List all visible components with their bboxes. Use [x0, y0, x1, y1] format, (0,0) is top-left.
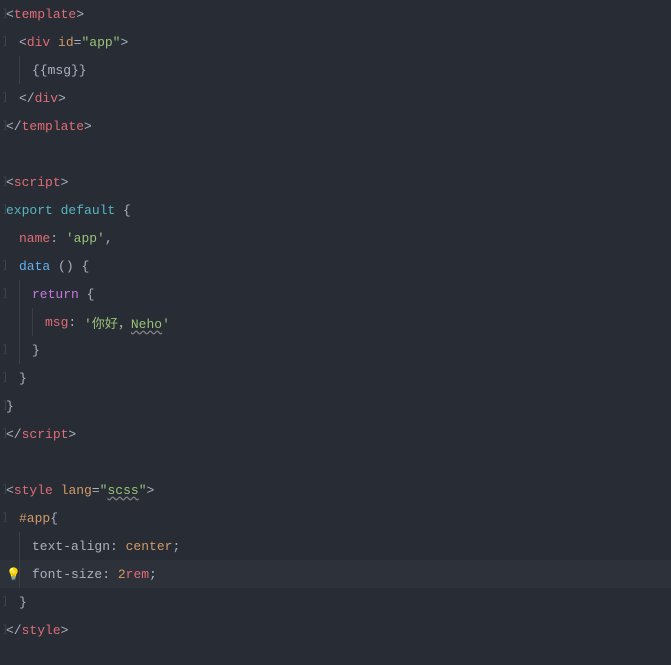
code-line[interactable]: {{msg}}	[0, 56, 671, 84]
tag-style-close: style	[22, 623, 61, 638]
fold-marker-icon: ]	[2, 177, 6, 188]
code-line[interactable]: ] return {	[0, 280, 671, 308]
fold-marker-icon: ]	[2, 261, 6, 272]
code-line[interactable]: ] </template>	[0, 112, 671, 140]
code-line[interactable]: ] }	[0, 588, 671, 616]
string-literal: 'app'	[66, 231, 105, 246]
tag-div-close: div	[35, 91, 58, 106]
css-number: 2	[118, 567, 126, 582]
kw-return: return	[32, 287, 79, 302]
kw-export: export	[6, 203, 53, 218]
code-line[interactable]: ] <script>	[0, 168, 671, 196]
code-line-current[interactable]: 💡font-size: 2rem;	[0, 560, 671, 588]
css-value: center	[126, 539, 173, 554]
fold-marker-icon: ]	[2, 625, 6, 636]
css-selector: #app	[19, 511, 50, 526]
code-line[interactable]: ] #app{	[0, 504, 671, 532]
tag-style: style	[14, 483, 53, 498]
prop-msg: msg	[45, 315, 68, 330]
tag-script-close: script	[22, 427, 69, 442]
code-line[interactable]: ] <div id="app">	[0, 28, 671, 56]
attr-value: "scss"	[100, 483, 147, 498]
fold-marker-icon: ]	[2, 289, 6, 300]
code-line[interactable]: ] data () {	[0, 252, 671, 280]
fold-marker-icon: ]	[2, 37, 6, 48]
code-line[interactable]	[0, 140, 671, 168]
code-line[interactable]: name: 'app',	[0, 224, 671, 252]
prop-name: name	[19, 231, 50, 246]
code-line[interactable]: ] <style lang="scss">	[0, 476, 671, 504]
attr-value: "app"	[81, 35, 120, 50]
css-prop: text-align	[32, 539, 110, 554]
code-line[interactable]: ] <template>	[0, 0, 671, 28]
fold-marker-icon: ]	[2, 345, 6, 356]
css-unit: rem	[126, 567, 149, 582]
attr-lang: lang	[61, 483, 92, 498]
tag-template-close: template	[22, 119, 84, 134]
code-line[interactable]: ] }	[0, 336, 671, 364]
fold-marker-icon: ]	[2, 373, 6, 384]
tag-div: div	[27, 35, 50, 50]
code-line[interactable]: ] export default {	[0, 196, 671, 224]
fold-marker-icon: ]	[2, 597, 6, 608]
string-literal: '你好，Neho'	[84, 313, 170, 332]
fold-marker-icon: ]	[2, 9, 6, 20]
code-line[interactable]: text-align: center;	[0, 532, 671, 560]
code-line[interactable]: msg: '你好，Neho'	[0, 308, 671, 336]
code-line[interactable]: ] }	[0, 364, 671, 392]
tag-script: script	[14, 175, 61, 190]
code-line[interactable]: ] </style>	[0, 616, 671, 644]
fold-marker-icon: ]	[2, 429, 6, 440]
fold-marker-icon: ]	[2, 121, 6, 132]
code-editor[interactable]: ] <template> ] <div id="app"> {{msg}} ] …	[0, 0, 671, 665]
kw-default: default	[61, 203, 116, 218]
fold-marker-icon: ]	[2, 513, 6, 524]
fold-marker-icon: ]	[2, 401, 6, 412]
mustache-expr: {{msg}}	[32, 63, 87, 78]
css-prop: font-size	[32, 567, 102, 582]
code-line[interactable]: ] </script>	[0, 420, 671, 448]
attr-id: id	[58, 35, 74, 50]
method-data: data	[19, 259, 50, 274]
fold-marker-icon: ]	[2, 93, 6, 104]
code-line[interactable]	[0, 448, 671, 476]
code-line[interactable]: ] }	[0, 392, 671, 420]
fold-marker-icon: ]	[2, 205, 6, 216]
fold-marker-icon: ]	[2, 485, 6, 496]
code-line[interactable]: ] </div>	[0, 84, 671, 112]
lightbulb-icon[interactable]: 💡	[6, 567, 20, 582]
tag-template: template	[14, 7, 76, 22]
